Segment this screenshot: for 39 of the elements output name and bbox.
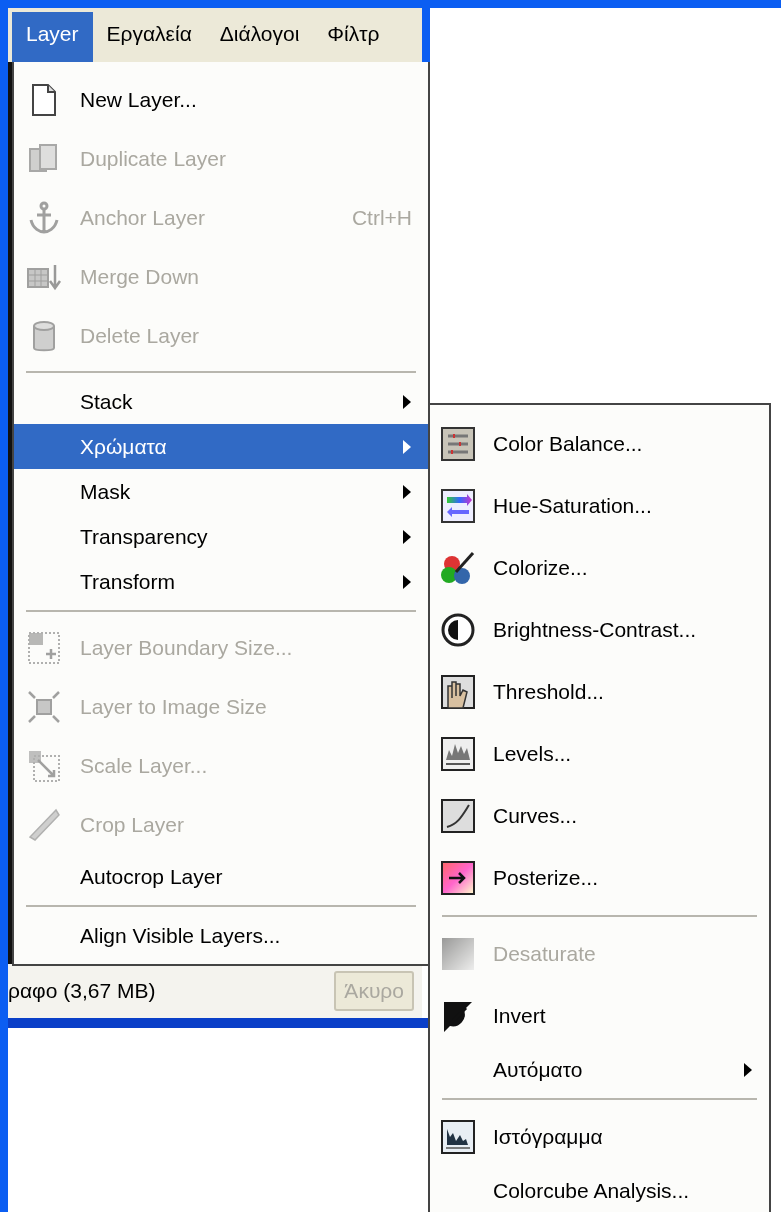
- menu-item[interactable]: Mask: [14, 469, 428, 514]
- menu-item[interactable]: Invert: [430, 985, 769, 1047]
- curve-icon: [440, 798, 476, 834]
- menu-item[interactable]: Levels...: [430, 723, 769, 785]
- menu-bar-item[interactable]: Διάλογοι: [205, 12, 314, 62]
- menu-item[interactable]: Autocrop Layer: [14, 854, 428, 899]
- menu-item[interactable]: Transform: [14, 559, 428, 604]
- menu-bar-item[interactable]: Layer: [12, 12, 93, 62]
- hand-icon: [440, 674, 476, 710]
- histogram-icon: [440, 736, 476, 772]
- sliders-icon: [440, 426, 476, 462]
- menu-item[interactable]: Align Visible Layers...: [14, 913, 428, 958]
- status-text: ραφο (3,67 MB): [8, 979, 157, 1003]
- shortcut-text: Ctrl+H: [351, 205, 412, 230]
- gradient-arrows-icon: [440, 488, 476, 524]
- menu-item[interactable]: Χρώματα: [14, 424, 428, 469]
- menu-item[interactable]: Brightness-Contrast...: [430, 599, 769, 661]
- window-border: [422, 8, 430, 62]
- gradient-square-icon: [440, 936, 476, 972]
- expand-frame-icon: [26, 688, 62, 725]
- menu-item[interactable]: Color Balance...: [430, 413, 769, 475]
- paint-balls-icon: [440, 550, 476, 586]
- menu-item[interactable]: Curves...: [430, 785, 769, 847]
- menu-item[interactable]: Colorcube Analysis...: [430, 1168, 769, 1212]
- menu-item[interactable]: Colorize...: [430, 537, 769, 599]
- menu-item[interactable]: Ιστόγραμμα: [430, 1106, 769, 1168]
- menu-item[interactable]: Posterize...: [430, 847, 769, 909]
- menu-item[interactable]: Hue-Saturation...: [430, 475, 769, 537]
- half-circle-icon: [440, 612, 476, 648]
- menu-item[interactable]: Stack: [14, 379, 428, 424]
- histogram-icon: [440, 1119, 476, 1155]
- menu-bar-item[interactable]: Φίλτρ: [313, 12, 394, 62]
- menu-bar-item[interactable]: Εργαλεία: [92, 12, 206, 62]
- menu-item[interactable]: New Layer...: [14, 70, 428, 129]
- menu-item[interactable]: Transparency: [14, 514, 428, 559]
- resize-frame-icon: [26, 629, 62, 666]
- menu-item[interactable]: Αυτόματο: [430, 1047, 769, 1092]
- menu-item[interactable]: Threshold...: [430, 661, 769, 723]
- blade-icon: [26, 806, 62, 843]
